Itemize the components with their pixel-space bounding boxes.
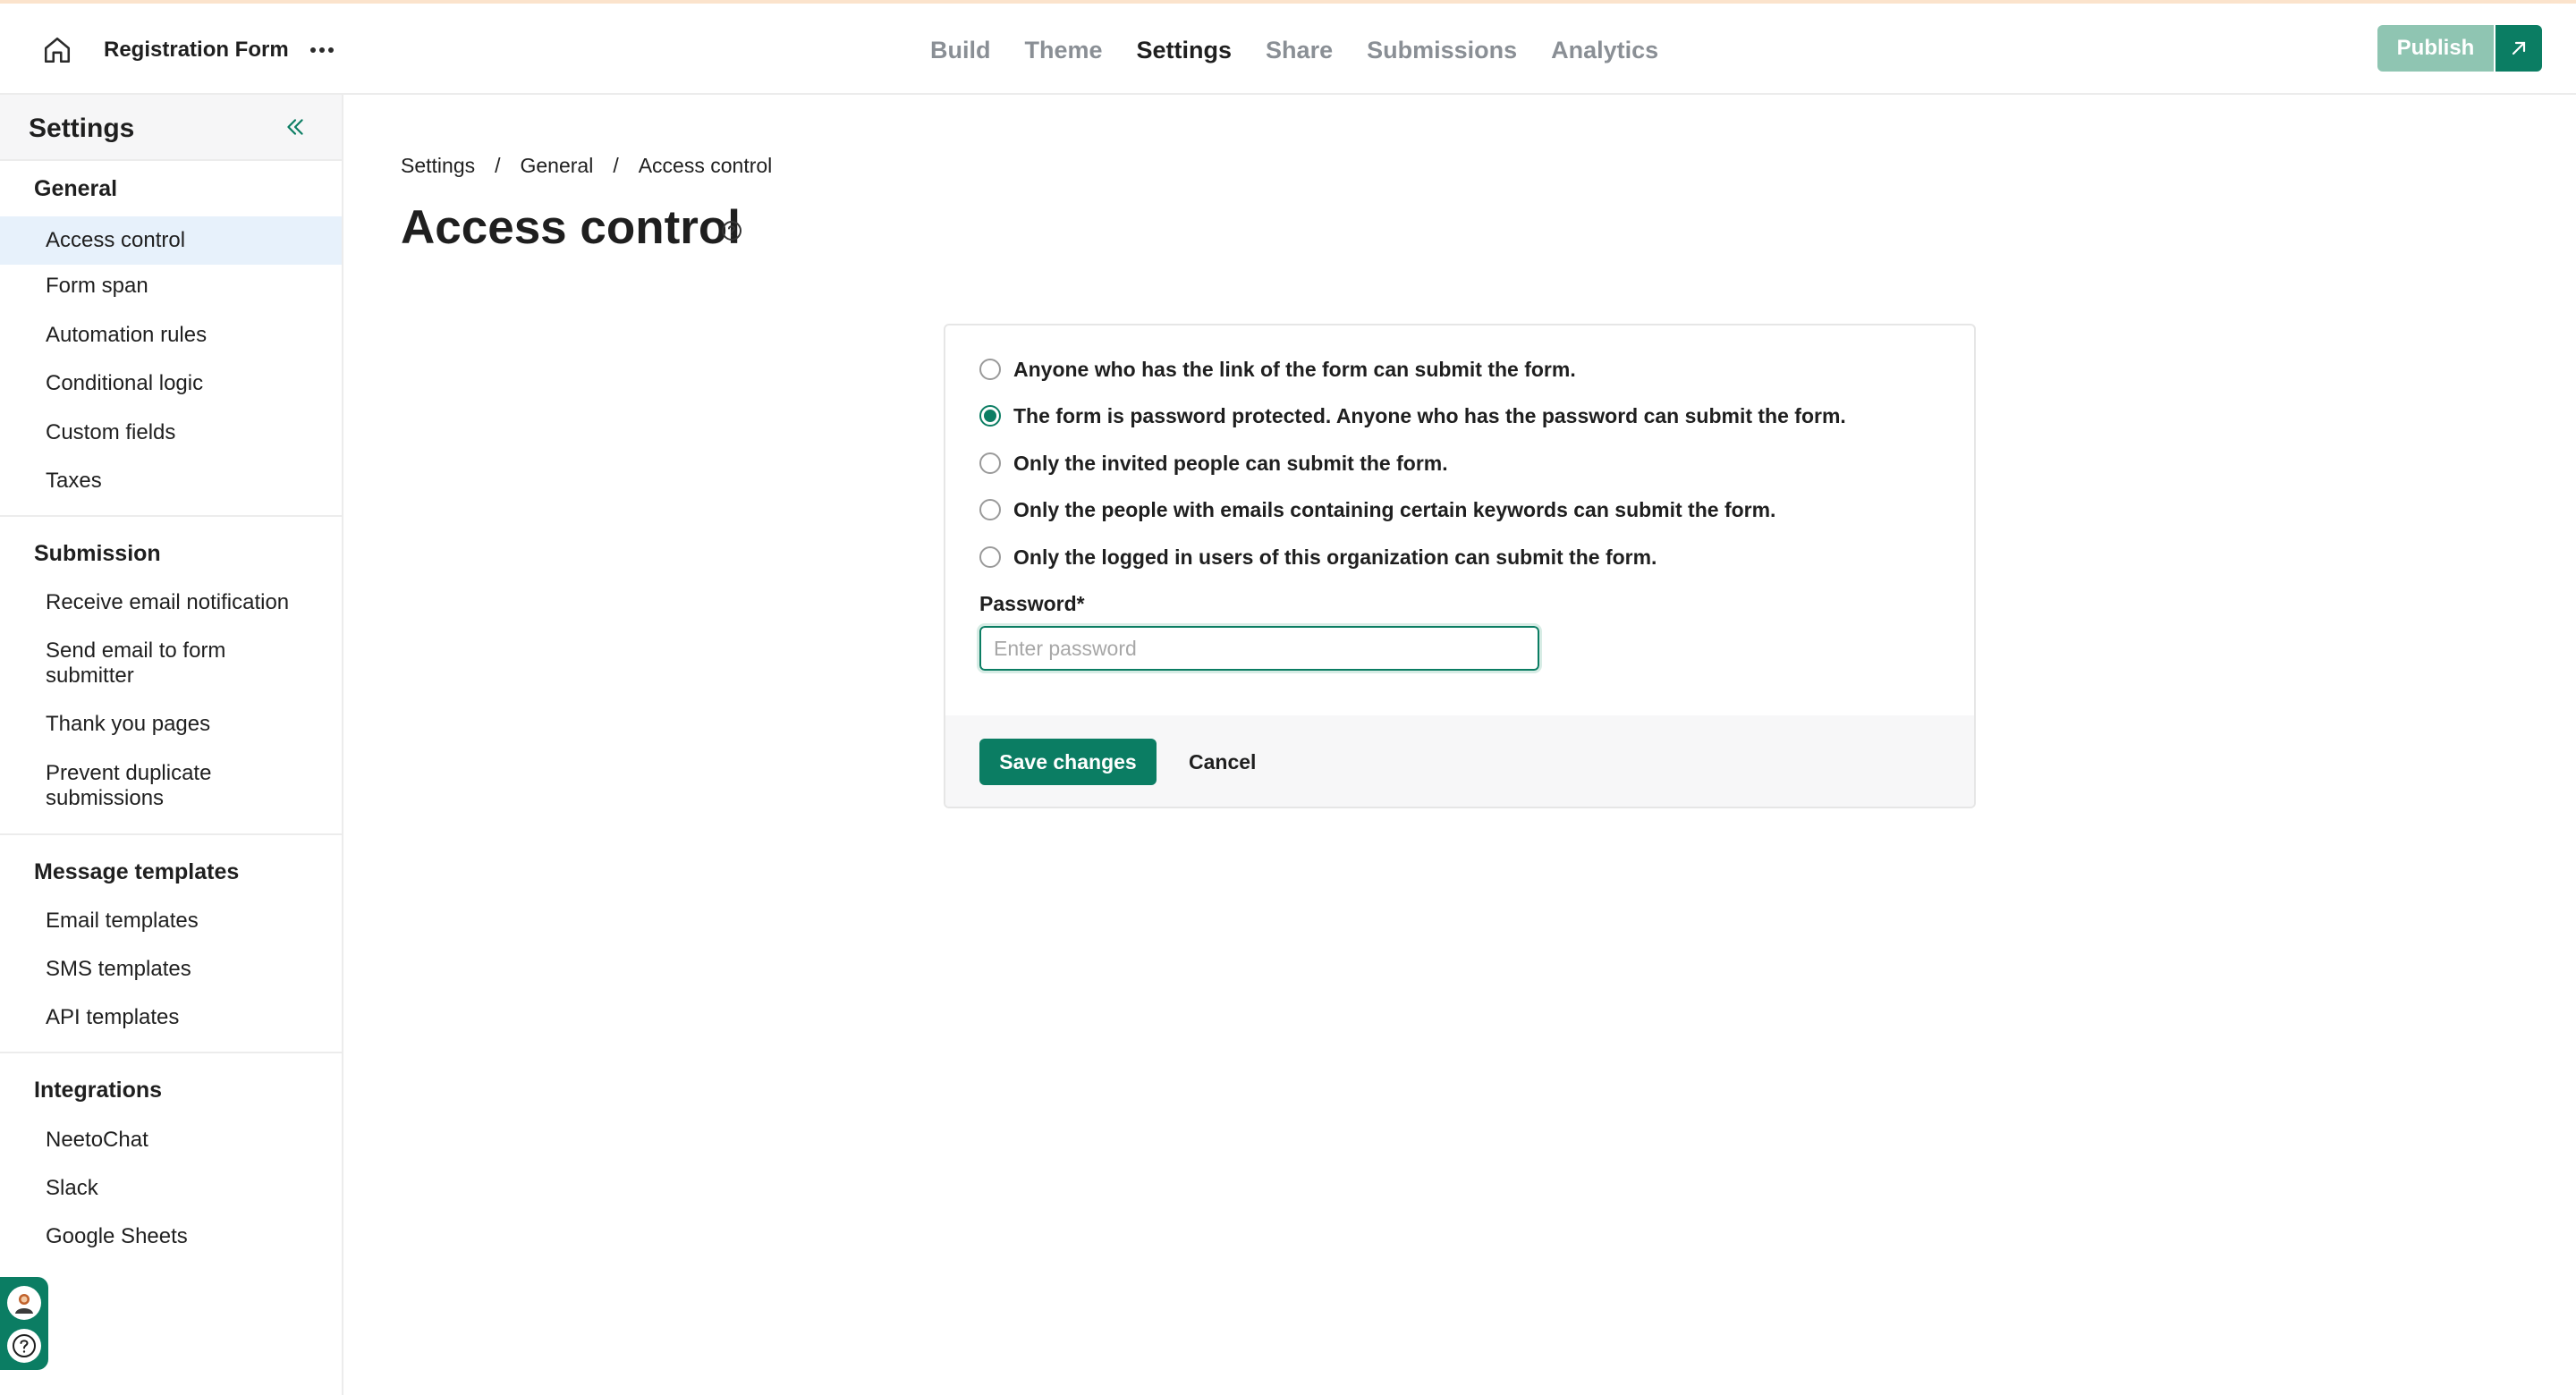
radio-button[interactable] <box>979 452 1001 474</box>
home-button[interactable] <box>39 32 75 68</box>
collapse-sidebar-button[interactable] <box>279 111 311 143</box>
tab-build[interactable]: Build <box>930 30 991 70</box>
sidebar-section-submission: Submission <box>34 541 161 566</box>
page-title: Access control <box>401 201 741 254</box>
password-label: Password* <box>979 592 1085 615</box>
sidebar-item-access-control[interactable]: Access control <box>0 216 342 265</box>
save-changes-button[interactable]: Save changes <box>979 739 1157 785</box>
publish-group: Publish <box>2377 25 2542 72</box>
form-title: Registration Form <box>104 38 289 62</box>
option-label: Only the people with emails containing c… <box>1013 498 1776 521</box>
sidebar-header: Settings <box>0 95 342 161</box>
top-bar: Registration Form Build Theme Settings S… <box>0 4 2576 95</box>
breadcrumb-access-control: Access control <box>638 154 773 177</box>
chat-widget-button[interactable] <box>7 1286 41 1320</box>
breadcrumb: Settings / General / Access control <box>401 152 772 179</box>
sidebar-item-sms-templates[interactable]: SMS templates <box>0 957 342 982</box>
home-icon <box>44 37 71 63</box>
tab-analytics[interactable]: Analytics <box>1551 30 1658 70</box>
sidebar-item-api-templates[interactable]: API templates <box>0 1005 342 1030</box>
sidebar-divider <box>0 515 342 517</box>
tab-settings[interactable]: Settings <box>1137 30 1233 70</box>
sidebar-item-receive-email-notification[interactable]: Receive email notification <box>0 590 342 615</box>
sidebar-item-send-email-to-submitter[interactable]: Send email to form submitter <box>0 638 295 689</box>
radio-button[interactable] <box>979 359 1001 380</box>
floating-help-widget <box>0 1277 48 1370</box>
open-preview-button[interactable] <box>2496 25 2542 72</box>
password-input[interactable] <box>977 623 1542 673</box>
tab-submissions[interactable]: Submissions <box>1367 30 1517 70</box>
sidebar-title: Settings <box>29 114 135 143</box>
card-footer: Save changes Cancel <box>945 715 1974 807</box>
breadcrumb-separator: / <box>613 154 619 177</box>
settings-sidebar: Settings General Access control Form spa… <box>0 95 343 1395</box>
publish-button[interactable]: Publish <box>2377 25 2494 72</box>
breadcrumb-settings[interactable]: Settings <box>401 152 475 179</box>
sidebar-item-email-templates[interactable]: Email templates <box>0 909 342 934</box>
help-circle-icon <box>13 1334 36 1357</box>
more-horizontal-icon <box>310 47 334 53</box>
radio-button[interactable] <box>979 499 1001 520</box>
access-control-card: Anyone who has the link of the form can … <box>944 324 1976 808</box>
access-option-email-keywords[interactable]: Only the people with emails containing c… <box>979 496 1775 523</box>
main-nav: Build Theme Settings Share Submissions A… <box>930 30 1692 70</box>
sidebar-item-slack[interactable]: Slack <box>0 1176 342 1201</box>
tab-share[interactable]: Share <box>1266 30 1333 70</box>
sidebar-divider <box>0 833 342 835</box>
sidebar-section-message-templates: Message templates <box>34 859 240 884</box>
help-widget-button[interactable] <box>7 1329 41 1363</box>
sidebar-item-taxes[interactable]: Taxes <box>0 469 342 494</box>
sidebar-item-custom-fields[interactable]: Custom fields <box>0 420 342 445</box>
sidebar-item-thank-you-pages[interactable]: Thank you pages <box>0 712 342 737</box>
help-icon[interactable] <box>719 218 744 243</box>
sidebar-item-neetochat[interactable]: NeetoChat <box>0 1128 342 1153</box>
access-option-anyone-with-link[interactable]: Anyone who has the link of the form can … <box>979 356 1576 383</box>
sidebar-item-google-sheets[interactable]: Google Sheets <box>0 1224 342 1249</box>
access-option-logged-in-users[interactable]: Only the logged in users of this organiz… <box>979 544 1657 571</box>
breadcrumb-general[interactable]: General <box>521 152 594 179</box>
sidebar-section-general: General <box>34 176 118 201</box>
option-label: Only the invited people can submit the f… <box>1013 452 1448 475</box>
chevrons-left-icon <box>287 119 303 135</box>
option-label: The form is password protected. Anyone w… <box>1013 404 1846 427</box>
external-link-icon <box>2512 41 2526 55</box>
access-option-invited-people[interactable]: Only the invited people can submit the f… <box>979 450 1448 477</box>
radio-button[interactable] <box>979 546 1001 568</box>
cancel-button[interactable]: Cancel <box>1180 739 1265 785</box>
access-option-password-protected[interactable]: The form is password protected. Anyone w… <box>979 402 1846 429</box>
sidebar-section-integrations: Integrations <box>34 1078 163 1103</box>
more-options-button[interactable] <box>304 34 340 66</box>
radio-button-selected[interactable] <box>979 405 1001 427</box>
sidebar-item-prevent-duplicate-submissions[interactable]: Prevent duplicate submissions <box>0 761 268 811</box>
breadcrumb-separator: / <box>495 154 501 177</box>
sidebar-item-automation-rules[interactable]: Automation rules <box>0 323 342 348</box>
option-label: Anyone who has the link of the form can … <box>1013 358 1576 381</box>
sidebar-divider <box>0 1052 342 1053</box>
sidebar-item-conditional-logic[interactable]: Conditional logic <box>0 371 342 396</box>
option-label: Only the logged in users of this organiz… <box>1013 545 1657 569</box>
avatar-icon <box>15 1294 33 1314</box>
tab-theme[interactable]: Theme <box>1025 30 1103 70</box>
sidebar-item-form-span[interactable]: Form span <box>0 274 342 299</box>
